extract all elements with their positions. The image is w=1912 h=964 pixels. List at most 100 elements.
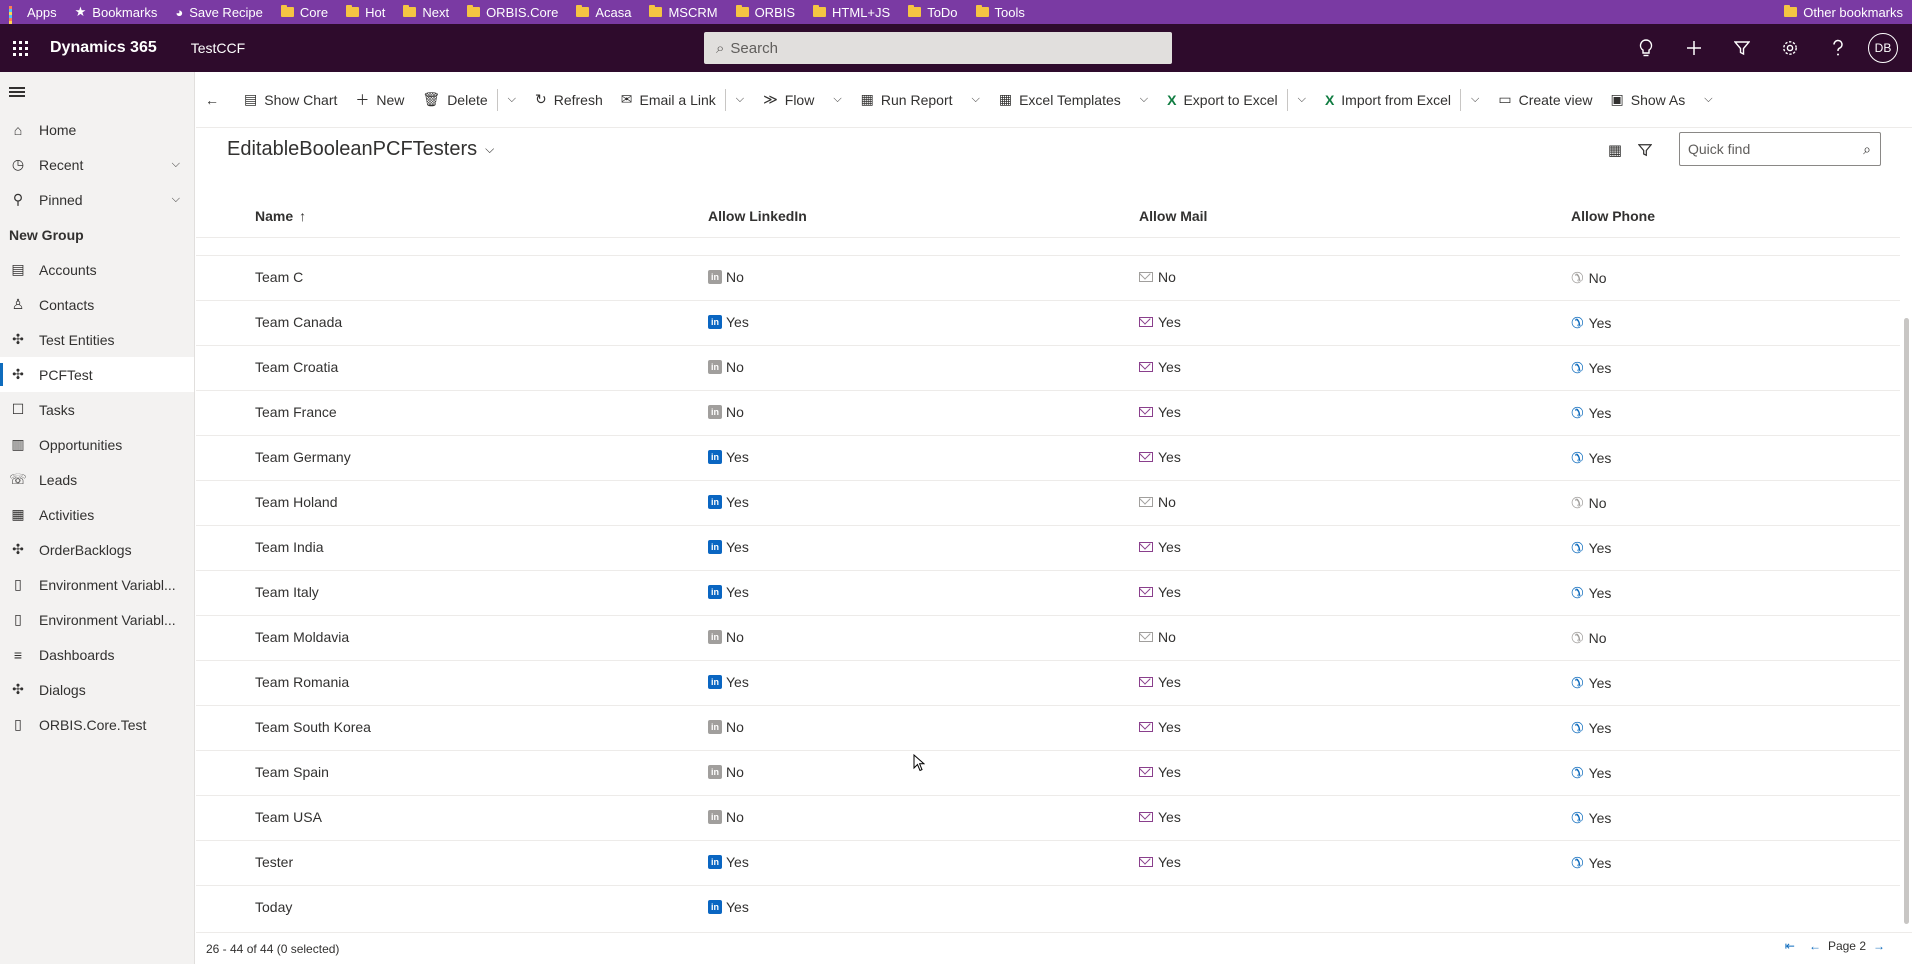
- scrollbar-thumb[interactable]: [1904, 318, 1909, 924]
- cell-allow-mail[interactable]: Yes: [1139, 314, 1181, 330]
- table-row[interactable]: Team USA in No Yes ✆ Yes: [196, 796, 1900, 841]
- sidebar-item-contacts[interactable]: ♙ Contacts: [0, 287, 194, 322]
- table-row[interactable]: Team India in Yes Yes ✆ Yes: [196, 526, 1900, 571]
- app-launcher-button[interactable]: [2, 24, 38, 72]
- cell-name[interactable]: Team C: [255, 269, 303, 285]
- cell-allow-mail[interactable]: Yes: [1139, 584, 1181, 600]
- table-row[interactable]: Team Spain in No Yes ✆ Yes: [196, 751, 1900, 796]
- table-row[interactable]: Team Romania in Yes Yes ✆ Yes: [196, 661, 1900, 706]
- cell-allow-phone[interactable]: ✆ Yes: [1571, 719, 1611, 737]
- cell-allow-mail[interactable]: Yes: [1139, 404, 1181, 420]
- excel-templates-chevron[interactable]: ⌵: [1130, 82, 1158, 118]
- cell-name[interactable]: Today: [255, 899, 292, 915]
- cell-allow-phone[interactable]: ✆ No: [1571, 629, 1606, 647]
- other-bookmarks[interactable]: Other bookmarks: [1775, 0, 1912, 24]
- flow-button[interactable]: ≫ Flow: [754, 82, 823, 118]
- cell-allow-phone[interactable]: ✆ Yes: [1571, 314, 1611, 332]
- table-row[interactable]: Team France in No Yes ✆ Yes: [196, 391, 1900, 436]
- email-link-button[interactable]: ✉ Email a Link: [612, 82, 725, 118]
- cell-name[interactable]: Team Holand: [255, 494, 338, 510]
- cell-name[interactable]: Team USA: [255, 809, 322, 825]
- edit-columns-button[interactable]: ▦: [1600, 138, 1630, 162]
- cell-name[interactable]: Team France: [255, 404, 337, 420]
- bookmark-6[interactable]: ORBIS.Core: [458, 0, 567, 24]
- cell-allow-phone[interactable]: ✆ Yes: [1571, 584, 1611, 602]
- import-excel-button[interactable]: X Import from Excel: [1316, 82, 1460, 118]
- cell-name[interactable]: Team Romania: [255, 674, 349, 690]
- quick-find-input[interactable]: Quick find ⌕: [1679, 132, 1881, 166]
- show-as-chevron[interactable]: ⌵: [1694, 82, 1722, 118]
- run-report-chevron[interactable]: ⌵: [962, 82, 990, 118]
- column-header-linkedin[interactable]: Allow LinkedIn: [708, 208, 807, 224]
- sidebar-item-environment-variabl[interactable]: ▯ Environment Variabl...: [0, 602, 194, 637]
- cell-name[interactable]: Team Italy: [255, 584, 319, 600]
- sidebar-item-home[interactable]: ⌂ Home: [0, 112, 194, 147]
- cell-allow-linkedin[interactable]: in Yes: [708, 314, 749, 330]
- chevron-down-icon[interactable]: ⌵: [172, 158, 180, 171]
- cell-allow-phone[interactable]: ✆ Yes: [1571, 359, 1611, 377]
- cell-allow-linkedin[interactable]: in No: [708, 809, 744, 825]
- bookmark-2[interactable]: ◕ Save Recipe: [166, 0, 272, 24]
- bookmark-11[interactable]: ToDo: [899, 0, 966, 24]
- bookmark-9[interactable]: ORBIS: [727, 0, 804, 24]
- cell-allow-mail[interactable]: Yes: [1139, 719, 1181, 735]
- excel-templates-button[interactable]: ▦ Excel Templates: [990, 82, 1130, 118]
- cell-name[interactable]: Tester: [255, 854, 293, 870]
- cell-allow-mail[interactable]: Yes: [1139, 764, 1181, 780]
- cell-allow-phone[interactable]: ✆ Yes: [1571, 674, 1611, 692]
- bookmark-12[interactable]: Tools: [967, 0, 1034, 24]
- cell-name[interactable]: Team Germany: [255, 449, 351, 465]
- cell-name[interactable]: Team Canada: [255, 314, 342, 330]
- cell-allow-phone[interactable]: ✆ Yes: [1571, 854, 1611, 872]
- cell-allow-phone[interactable]: ✆ Yes: [1571, 764, 1611, 782]
- next-page-icon[interactable]: →: [1873, 939, 1885, 953]
- email-link-chevron[interactable]: ⌵: [726, 82, 754, 118]
- new-button[interactable]: ＋ New: [346, 82, 413, 118]
- bookmark-3[interactable]: Core: [272, 0, 337, 24]
- bookmark-4[interactable]: Hot: [337, 0, 394, 24]
- table-row[interactable]: Today in Yes: [196, 886, 1900, 930]
- cell-allow-linkedin[interactable]: in No: [708, 359, 744, 375]
- brand-title[interactable]: Dynamics 365: [50, 39, 157, 57]
- app-name[interactable]: TestCCF: [191, 40, 245, 56]
- view-selector[interactable]: EditableBooleanPCFTesters ⌵: [227, 138, 494, 161]
- export-excel-chevron[interactable]: ⌵: [1288, 82, 1316, 118]
- bookmark-0[interactable]: Apps: [0, 0, 66, 33]
- cell-allow-phone[interactable]: ✆ Yes: [1571, 809, 1611, 827]
- search-icon[interactable]: ⌕: [1863, 141, 1871, 158]
- export-excel-button[interactable]: X Export to Excel: [1158, 82, 1287, 118]
- user-avatar[interactable]: DB: [1868, 33, 1898, 63]
- sidebar-item-activities[interactable]: ▦ Activities: [0, 497, 194, 532]
- cell-allow-phone[interactable]: ✆ Yes: [1571, 539, 1611, 557]
- help-icon[interactable]: [1814, 24, 1862, 72]
- cell-allow-phone[interactable]: ✆ Yes: [1571, 449, 1611, 467]
- cell-allow-mail[interactable]: No: [1139, 629, 1176, 645]
- table-row[interactable]: Team South Korea in No Yes ✆ Yes: [196, 706, 1900, 751]
- chevron-down-icon[interactable]: ⌵: [172, 193, 180, 206]
- cell-allow-linkedin[interactable]: in No: [708, 629, 744, 645]
- cell-allow-mail[interactable]: No: [1139, 269, 1176, 285]
- global-search-input[interactable]: ⌕ Search: [704, 32, 1172, 64]
- cell-allow-linkedin[interactable]: in Yes: [708, 854, 749, 870]
- cell-allow-linkedin[interactable]: in Yes: [708, 539, 749, 555]
- bookmark-1[interactable]: ★ Bookmarks: [66, 0, 167, 24]
- plus-icon[interactable]: [1670, 24, 1718, 72]
- column-header-name[interactable]: Name ↑: [255, 208, 306, 224]
- filter-icon[interactable]: [1718, 24, 1766, 72]
- cell-allow-linkedin[interactable]: in No: [708, 764, 744, 780]
- cell-allow-mail[interactable]: No: [1139, 494, 1176, 510]
- cell-allow-linkedin[interactable]: in Yes: [708, 449, 749, 465]
- sidebar-item-pcftest[interactable]: ✣ PCFTest: [0, 357, 194, 392]
- delete-button[interactable]: 🗑︎ Delete: [413, 82, 496, 118]
- bookmark-8[interactable]: MSCRM: [640, 0, 726, 24]
- cell-allow-mail[interactable]: Yes: [1139, 674, 1181, 690]
- cell-allow-linkedin[interactable]: in No: [708, 404, 744, 420]
- column-header-mail[interactable]: Allow Mail: [1139, 208, 1207, 224]
- more-delete-chevron[interactable]: ⌵: [498, 82, 526, 118]
- cell-name[interactable]: Team India: [255, 539, 323, 555]
- gear-icon[interactable]: [1766, 24, 1814, 72]
- table-row[interactable]: Tester in Yes Yes ✆ Yes: [196, 841, 1900, 886]
- sidebar-item-leads[interactable]: ☏ Leads: [0, 462, 194, 497]
- sidebar-item-orderbacklogs[interactable]: ✣ OrderBacklogs: [0, 532, 194, 567]
- sidebar-item-tasks[interactable]: ☐ Tasks: [0, 392, 194, 427]
